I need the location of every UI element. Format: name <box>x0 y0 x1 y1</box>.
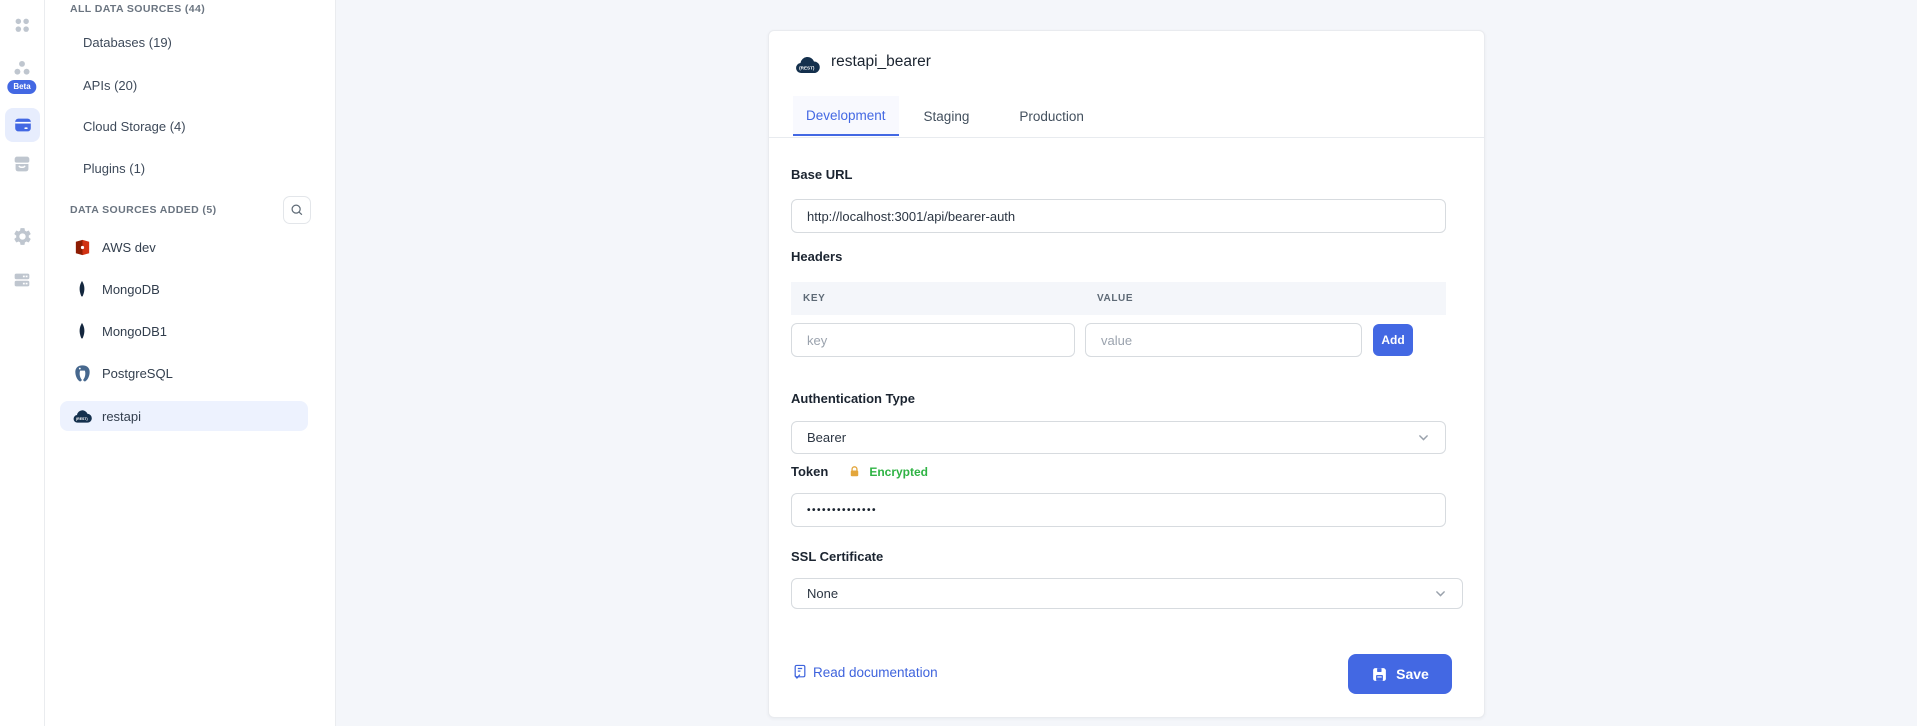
search-icon <box>290 203 304 217</box>
chevron-down-icon <box>1417 431 1430 444</box>
restapi-icon: (REST) <box>72 406 92 426</box>
datasource-item-postgresql[interactable]: PostgreSQL <box>60 358 308 388</box>
headers-label: Headers <box>791 249 842 265</box>
chevron-down-icon <box>1434 587 1447 600</box>
save-icon <box>1371 666 1388 683</box>
datasource-item-label: MongoDB <box>102 282 160 297</box>
value-column-header: VALUE <box>1097 293 1133 304</box>
page-title: restapi_bearer <box>831 49 931 75</box>
datasource-item-label: restapi <box>102 409 141 424</box>
token-input[interactable] <box>791 493 1446 527</box>
datasource-item-label: MongoDB1 <box>102 324 167 339</box>
datasource-item-restapi[interactable]: (REST) restapi <box>60 401 308 431</box>
header-value-input[interactable] <box>1085 323 1362 357</box>
all-data-sources-header: ALL DATA SOURCES (44) <box>70 2 205 16</box>
workflows-icon[interactable] <box>10 56 34 80</box>
svg-text:(REST): (REST) <box>799 66 815 71</box>
data-sources-icon <box>12 114 34 136</box>
ssl-certificate-value: None <box>807 586 838 601</box>
restapi-icon: (REST) <box>794 56 820 74</box>
add-header-button[interactable]: Add <box>1373 324 1413 356</box>
aws-icon <box>72 237 92 257</box>
auth-type-value: Bearer <box>807 430 846 445</box>
sidebar-item-plugins[interactable]: Plugins (1) <box>83 160 145 178</box>
datasource-config-card: (REST) restapi_bearer Development Stagin… <box>768 30 1485 718</box>
data-sources-nav-active[interactable] <box>5 108 40 142</box>
environment-tabs: Development Staging Production <box>769 96 1484 138</box>
data-sources-added-header: DATA SOURCES ADDED (5) <box>70 203 216 217</box>
sidebar-item-apis[interactable]: APIs (20) <box>83 77 137 95</box>
base-url-input[interactable] <box>791 199 1446 233</box>
save-button[interactable]: Save <box>1348 654 1452 694</box>
token-label: Token <box>791 464 828 479</box>
ssl-certificate-select[interactable]: None <box>791 578 1463 609</box>
lock-icon <box>848 465 861 478</box>
documentation-icon <box>793 664 807 680</box>
postgresql-icon <box>72 363 92 383</box>
apps-icon[interactable] <box>10 13 34 37</box>
datasource-sidebar: ALL DATA SOURCES (44) Databases (19) API… <box>45 0 336 726</box>
sidebar-item-databases[interactable]: Databases (19) <box>83 34 172 52</box>
save-button-label: Save <box>1396 666 1429 682</box>
sidebar-item-cloud-storage[interactable]: Cloud Storage (4) <box>83 118 186 136</box>
base-url-label: Base URL <box>791 167 852 183</box>
left-rail: Beta <box>0 0 45 726</box>
mongodb-icon <box>72 279 92 299</box>
settings-icon[interactable] <box>10 224 34 248</box>
datasource-item-label: AWS dev <box>102 240 156 255</box>
headers-table-header: KEY VALUE <box>791 282 1446 315</box>
datasource-item-label: PostgreSQL <box>102 366 173 381</box>
tab-staging[interactable]: Staging <box>899 96 995 136</box>
read-documentation-link[interactable]: Read documentation <box>793 664 938 680</box>
auth-type-label: Authentication Type <box>791 391 915 407</box>
header-key-input[interactable] <box>791 323 1075 357</box>
mongodb-icon <box>72 321 92 341</box>
datasource-item-aws-dev[interactable]: AWS dev <box>60 232 308 262</box>
search-button[interactable] <box>283 196 311 224</box>
ssl-certificate-label: SSL Certificate <box>791 549 883 565</box>
key-column-header: KEY <box>803 293 1097 304</box>
encrypted-badge: Encrypted <box>869 465 928 479</box>
auth-type-select[interactable]: Bearer <box>791 421 1446 454</box>
tab-production[interactable]: Production <box>994 96 1109 136</box>
token-label-row: Token Encrypted <box>791 464 928 479</box>
tab-development[interactable]: Development <box>793 96 899 136</box>
svg-text:(REST): (REST) <box>76 417 88 421</box>
datasource-item-mongodb1[interactable]: MongoDB1 <box>60 316 308 346</box>
beta-badge: Beta <box>7 80 36 94</box>
read-documentation-label: Read documentation <box>813 665 938 680</box>
marketplace-icon[interactable] <box>10 152 34 176</box>
datasource-item-mongodb[interactable]: MongoDB <box>60 274 308 304</box>
audit-logs-icon[interactable] <box>10 268 34 292</box>
